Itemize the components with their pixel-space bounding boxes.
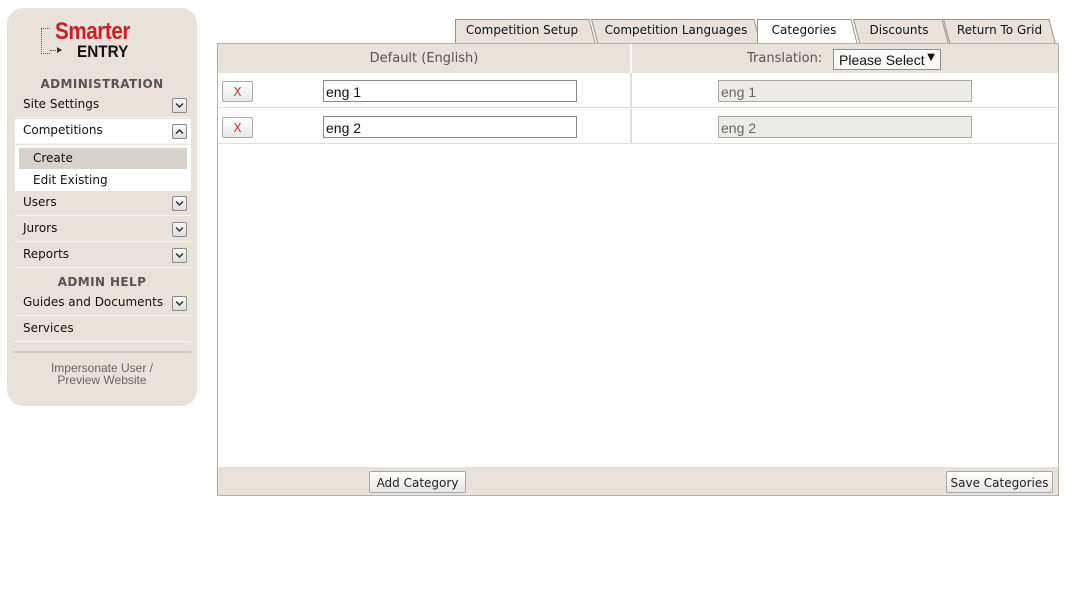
sidebar-item-site-settings[interactable]: Site Settings bbox=[15, 93, 191, 118]
column-separator bbox=[630, 109, 632, 144]
chevron-down-icon[interactable] bbox=[172, 222, 187, 237]
submenu-item-edit-existing[interactable]: Edit Existing bbox=[19, 170, 187, 191]
submenu-item-label: Create bbox=[33, 151, 73, 165]
dropdown-arrow-icon: ▼ bbox=[927, 52, 935, 63]
remove-category-button[interactable]: X bbox=[222, 81, 253, 102]
select-value: Please Select bbox=[839, 52, 925, 68]
sidebar: Smarter ENTRY ADMINISTRATION Site Settin… bbox=[7, 8, 197, 406]
tab-discounts[interactable]: Discounts bbox=[853, 19, 949, 44]
sidebar-item-reports[interactable]: Reports bbox=[15, 243, 191, 268]
column-separator bbox=[630, 73, 632, 108]
tab-label: Discounts bbox=[869, 23, 929, 37]
logo-bracket bbox=[41, 28, 50, 54]
add-category-button[interactable]: Add Category bbox=[369, 471, 466, 493]
submenu-item-create[interactable]: Create bbox=[19, 148, 187, 169]
translation-language-select[interactable]: Please Select ▼ bbox=[833, 49, 941, 70]
sidebar-item-label: Jurors bbox=[23, 221, 58, 235]
tab-label: Competition Setup bbox=[465, 23, 579, 37]
sidebar-item-label: Site Settings bbox=[23, 97, 100, 111]
chevron-down-icon[interactable] bbox=[172, 98, 187, 113]
chevron-down-icon[interactable] bbox=[172, 296, 187, 311]
tab-categories[interactable]: Categories bbox=[757, 19, 858, 45]
translation-label: Translation: bbox=[747, 51, 823, 66]
save-categories-button[interactable]: Save Categories bbox=[946, 471, 1053, 493]
sidebar-item-label: Reports bbox=[23, 247, 70, 261]
tab-competition-setup[interactable]: Competition Setup bbox=[455, 19, 596, 44]
submenu-item-label: Edit Existing bbox=[33, 173, 108, 187]
smarter-entry-logo[interactable]: Smarter ENTRY bbox=[41, 18, 145, 66]
sidebar-item-label: Users bbox=[23, 195, 57, 209]
tab-competition-languages[interactable]: Competition Languages bbox=[591, 19, 761, 44]
competitions-submenu: Create Edit Existing bbox=[15, 145, 191, 191]
chevron-down-icon[interactable] bbox=[172, 248, 187, 263]
categories-panel: Default (English) Translation: Please Se… bbox=[217, 43, 1059, 496]
chevron-down-icon[interactable] bbox=[172, 196, 187, 211]
category-row: X eng 1 eng 1 bbox=[218, 73, 1058, 108]
sidebar-item-services[interactable]: Services bbox=[15, 317, 191, 342]
logo-line-2: ENTRY bbox=[77, 42, 129, 61]
sidebar-item-label: Services bbox=[23, 321, 74, 335]
admin-help-heading: ADMIN HELP bbox=[57, 275, 147, 289]
chevron-up-icon[interactable] bbox=[172, 124, 187, 139]
column-separator bbox=[630, 44, 632, 73]
impersonate-line-2: Preview Website bbox=[57, 373, 147, 387]
sidebar-item-users[interactable]: Users bbox=[15, 191, 191, 216]
remove-label: X bbox=[233, 121, 242, 135]
sidebar-item-label: Guides and Documents bbox=[23, 295, 164, 309]
remove-category-button[interactable]: X bbox=[222, 117, 253, 138]
sidebar-item-competitions[interactable]: Competitions bbox=[15, 119, 191, 144]
administration-heading: ADMINISTRATION bbox=[40, 77, 164, 91]
category-name-input[interactable]: eng 2 bbox=[323, 116, 577, 138]
category-translation-input[interactable]: eng 2 bbox=[718, 116, 972, 138]
category-name-input[interactable]: eng 1 bbox=[323, 80, 577, 102]
impersonate-user-link[interactable]: Impersonate User / Preview Website bbox=[7, 362, 197, 386]
sidebar-item-label: Competitions bbox=[23, 123, 103, 137]
tab-label: Categories bbox=[771, 23, 837, 37]
remove-label: X bbox=[233, 85, 242, 99]
category-row: X eng 2 eng 2 bbox=[218, 109, 1058, 144]
category-translation-input[interactable]: eng 1 bbox=[718, 80, 972, 102]
logo-arrow-head bbox=[57, 47, 62, 53]
sidebar-item-jurors[interactable]: Jurors bbox=[15, 217, 191, 242]
sidebar-divider bbox=[13, 351, 191, 353]
sidebar-item-guides-and-documents[interactable]: Guides and Documents bbox=[15, 291, 191, 316]
tab-label: Competition Languages bbox=[604, 23, 748, 37]
tab-return-to-grid[interactable]: Return To Grid bbox=[943, 19, 1056, 44]
panel-header: Default (English) Translation: Please Se… bbox=[218, 44, 1058, 73]
panel-footer: Add Category Save Categories bbox=[218, 467, 1058, 495]
default-language-heading: Default (English) bbox=[369, 51, 479, 66]
tab-label: Return To Grid bbox=[956, 23, 1043, 37]
